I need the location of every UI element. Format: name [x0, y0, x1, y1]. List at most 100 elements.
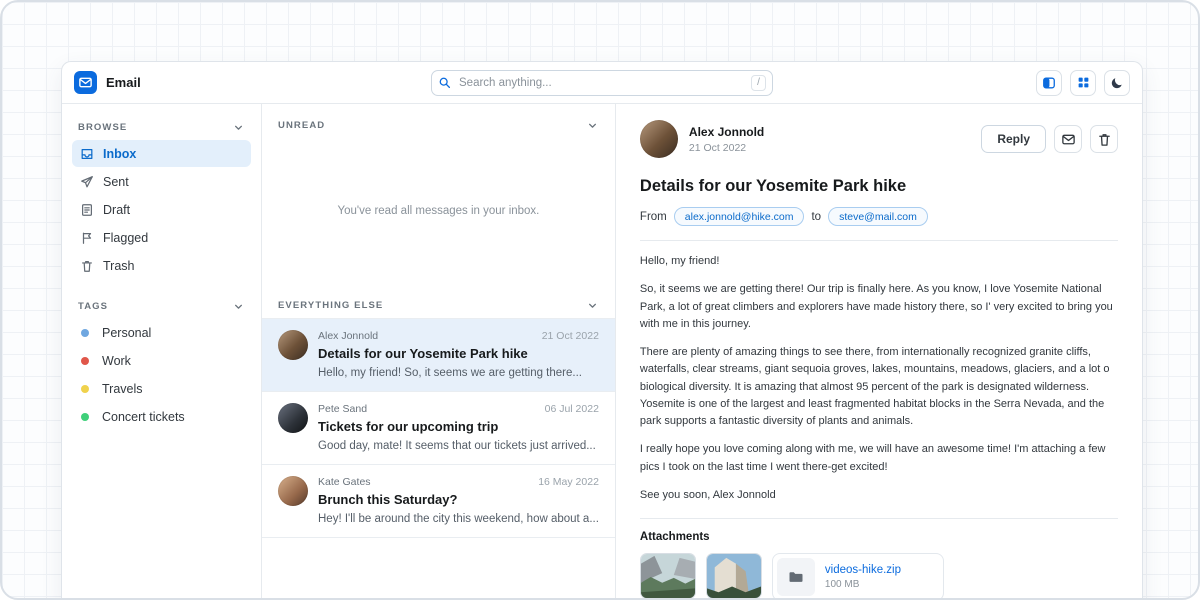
email-detail-pane: Alex Jonnold 21 Oct 2022 Reply — [616, 104, 1142, 600]
browse-collapse-chevron-icon[interactable] — [232, 121, 245, 134]
email-snippet: Hey! I'll be around the city this weeken… — [318, 513, 599, 525]
tag-item-personal[interactable]: Personal — [72, 319, 251, 346]
photo-attachment-1[interactable] — [640, 553, 696, 599]
sidebar-item-trash[interactable]: Trash — [72, 252, 251, 279]
avatar — [278, 330, 308, 360]
apps-grid-button[interactable] — [1070, 70, 1096, 96]
sidebar-item-label: Trash — [103, 259, 135, 273]
unread-collapse-chevron-icon[interactable] — [586, 119, 599, 132]
sidebar-item-sent[interactable]: Sent — [72, 168, 251, 195]
email-sender: Alex Jonnold — [318, 330, 378, 342]
everything-else-collapse-chevron-icon[interactable] — [586, 299, 599, 312]
email-date: 06 Jul 2022 — [545, 403, 599, 415]
unread-empty-message: You've read all messages in your inbox. — [262, 138, 615, 284]
search-shortcut-badge: / — [751, 75, 766, 91]
email-list-item-2[interactable]: Pete Sand 06 Jul 2022 Tickets for our up… — [262, 392, 615, 465]
everything-else-section-header: EVERYTHING ELSE — [262, 284, 615, 318]
detail-actions: Reply — [981, 125, 1118, 153]
sidebar-item-label: Flagged — [103, 231, 148, 245]
tag-dot-travels — [81, 385, 89, 393]
app-title: Email — [106, 75, 141, 90]
to-email-chip[interactable]: steve@mail.com — [828, 207, 928, 226]
sidebar: BROWSE Inbox — [62, 104, 262, 600]
tag-dot-concert-tickets — [81, 413, 89, 421]
inbox-icon — [80, 147, 94, 161]
message-list-column: UNREAD You've read all messages in your … — [262, 104, 616, 600]
delete-button[interactable] — [1090, 125, 1118, 153]
email-sender: Kate Gates — [318, 476, 371, 488]
email-title: Details for our Yosemite Park hike — [318, 346, 599, 361]
browse-section-header: BROWSE — [72, 114, 251, 140]
el-capitan-image — [707, 554, 761, 598]
main-area: BROWSE Inbox — [62, 104, 1142, 600]
detail-date: 21 Oct 2022 — [689, 142, 764, 154]
dark-mode-icon — [1110, 76, 1124, 90]
tag-item-concert-tickets[interactable]: Concert tickets — [72, 403, 251, 430]
tags-section-header: TAGS — [72, 293, 251, 319]
tags-label: TAGS — [78, 301, 108, 312]
search-area: / — [276, 70, 928, 96]
browse-nav: Inbox Sent Draft — [72, 140, 251, 279]
tag-item-travels[interactable]: Travels — [72, 375, 251, 402]
top-actions — [940, 70, 1130, 96]
search-input[interactable] — [457, 76, 745, 90]
email-date: 21 Oct 2022 — [542, 330, 599, 342]
sent-icon — [80, 175, 94, 189]
sidebar-item-flagged[interactable]: Flagged — [72, 224, 251, 251]
sidebar-item-label: Inbox — [103, 147, 136, 161]
panel-toggle-icon — [1042, 76, 1056, 90]
tag-item-work[interactable]: Work — [72, 347, 251, 374]
divider — [640, 518, 1118, 519]
detail-header: Alex Jonnold 21 Oct 2022 Reply — [640, 120, 1118, 158]
photo-attachment-2[interactable] — [706, 553, 762, 599]
tag-label: Work — [102, 354, 131, 368]
reply-button[interactable]: Reply — [981, 125, 1046, 153]
tag-label: Concert tickets — [102, 410, 185, 424]
unread-section-header: UNREAD — [262, 104, 615, 138]
attachments-label: Attachments — [640, 531, 1118, 543]
search-icon — [438, 76, 451, 89]
everything-else-label: EVERYTHING ELSE — [278, 300, 383, 311]
top-bar: Email / — [62, 62, 1142, 104]
tag-dot-personal — [81, 329, 89, 337]
mail-icon — [1061, 132, 1076, 147]
browse-label: BROWSE — [78, 122, 127, 133]
tags-collapse-chevron-icon[interactable] — [232, 300, 245, 313]
email-list-item-1[interactable]: Alex Jonnold 21 Oct 2022 Details for our… — [262, 319, 615, 392]
brand: Email — [74, 71, 264, 94]
panel-toggle-button[interactable] — [1036, 70, 1062, 96]
forward-mail-button[interactable] — [1054, 125, 1082, 153]
file-attachment-card[interactable]: videos-hike.zip 100 MB — [772, 553, 944, 600]
body-paragraph: See you soon, Alex Jonnold — [640, 487, 1118, 504]
file-name: videos-hike.zip — [825, 564, 901, 576]
flag-icon — [80, 231, 94, 245]
trash-icon — [1097, 132, 1112, 147]
email-item-content: Pete Sand 06 Jul 2022 Tickets for our up… — [318, 403, 599, 452]
draft-icon — [80, 203, 94, 217]
tag-dot-work — [81, 357, 89, 365]
trash-icon — [80, 259, 94, 273]
dark-mode-button[interactable] — [1104, 70, 1130, 96]
email-item-content: Alex Jonnold 21 Oct 2022 Details for our… — [318, 330, 599, 379]
email-item-content: Kate Gates 16 May 2022 Brunch this Satur… — [318, 476, 599, 525]
tag-label: Personal — [102, 326, 151, 340]
sidebar-item-label: Sent — [103, 175, 129, 189]
page-background: Email / — [0, 0, 1200, 600]
email-list-item-3[interactable]: Kate Gates 16 May 2022 Brunch this Satur… — [262, 465, 615, 538]
email-app-window: Email / — [61, 61, 1143, 600]
sidebar-item-inbox[interactable]: Inbox — [72, 140, 251, 167]
email-list: Alex Jonnold 21 Oct 2022 Details for our… — [262, 318, 615, 538]
from-email-chip[interactable]: alex.jonnold@hike.com — [674, 207, 805, 226]
email-logo-icon — [74, 71, 97, 94]
sidebar-item-draft[interactable]: Draft — [72, 196, 251, 223]
apps-grid-icon — [1077, 76, 1090, 89]
email-title: Tickets for our upcoming trip — [318, 419, 599, 434]
email-subject: Details for our Yosemite Park hike — [640, 177, 1118, 196]
body-paragraph: There are plenty of amazing things to se… — [640, 344, 1118, 430]
search-box[interactable]: / — [431, 70, 773, 96]
tag-label: Travels — [102, 382, 143, 396]
email-title: Brunch this Saturday? — [318, 492, 599, 507]
email-snippet: Hello, my friend! So, it seems we are ge… — [318, 367, 599, 379]
attachments-row: videos-hike.zip 100 MB — [640, 553, 1118, 600]
detail-sender-name: Alex Jonnold — [689, 125, 764, 139]
